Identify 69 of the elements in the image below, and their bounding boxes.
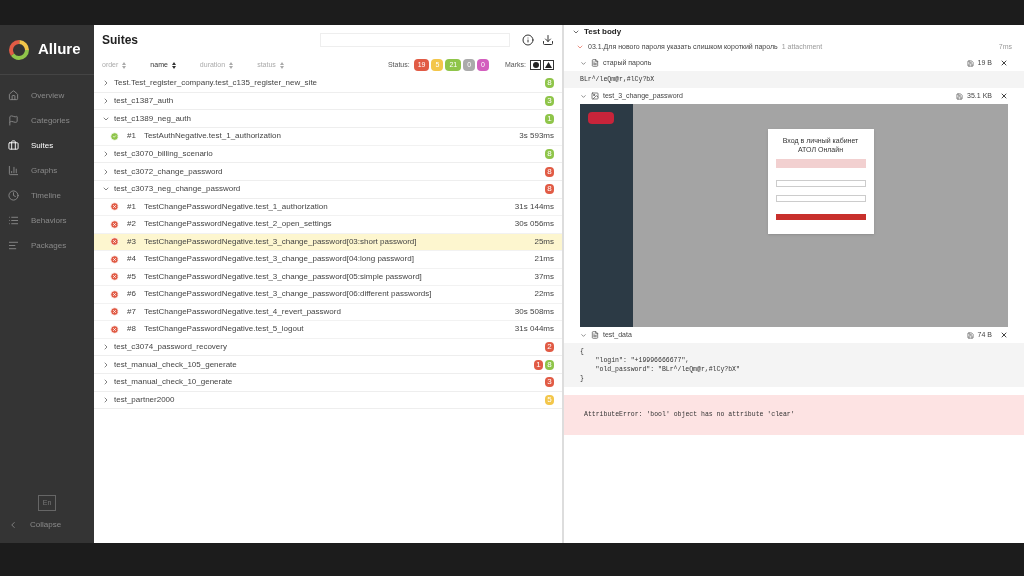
file-icon	[591, 59, 599, 67]
nav-icon	[8, 165, 19, 176]
nav-item[interactable]: Graphs	[0, 158, 94, 183]
sort-icon	[122, 61, 127, 69]
logo-icon	[8, 38, 30, 61]
count-badge: 3	[545, 377, 554, 388]
test-row[interactable]: #1 TestAuthNegative.test_1_authorization 3s 593ms	[94, 128, 562, 146]
count-badge: 1	[545, 113, 554, 124]
close-icon[interactable]	[1000, 59, 1008, 67]
save-icon[interactable]	[966, 59, 974, 67]
nav-icon	[8, 90, 19, 101]
close-icon[interactable]	[1000, 331, 1008, 339]
logo-icon	[588, 112, 614, 124]
nav-item[interactable]: Packages	[0, 233, 94, 258]
download-icon[interactable]	[542, 34, 554, 46]
count-badge: 2	[545, 341, 554, 352]
count-badge: 8	[545, 78, 554, 89]
nav-icon	[8, 140, 19, 151]
flaky-mark-toggle[interactable]	[530, 60, 541, 70]
suite-row[interactable]: test_c3074_password_recovery 2	[94, 338, 562, 357]
suite-row[interactable]: Test.Test_register_company.test_c135_register_new_site 8	[94, 75, 562, 93]
suite-row[interactable]: test_manual_check_10_generate 3	[94, 374, 562, 392]
brand-name: Allure	[38, 39, 81, 60]
chevron-icon	[8, 520, 18, 530]
test-row[interactable]: #2 TestChangePasswordNegative.test_2_open_settings 30s 056ms	[94, 216, 562, 234]
test-row[interactable]: #5 TestChangePasswordNegative.test_3_change_password[05:simple password] 37ms	[94, 268, 562, 287]
collapse-button[interactable]: Collapse	[0, 519, 94, 531]
suite-row[interactable]: test_c3073_neg_change_password 8	[94, 180, 562, 199]
save-icon[interactable]	[966, 331, 974, 339]
suite-row[interactable]: test_c3070_billing_scenario 8	[94, 145, 562, 164]
nav-item[interactable]: Behaviors	[0, 208, 94, 233]
suite-row[interactable]: test_partner2000 5	[94, 391, 562, 410]
count-badge: 8	[545, 359, 554, 370]
nav-item[interactable]: Timeline	[0, 183, 94, 208]
chevron-icon	[580, 92, 587, 100]
file-icon	[591, 331, 599, 339]
file-icon	[591, 92, 599, 100]
count-badge: 3	[545, 96, 554, 107]
suite-row[interactable]: test_c1389_neg_auth 1	[94, 110, 562, 129]
sort-icon	[279, 61, 284, 69]
sort-icon	[229, 61, 234, 69]
nav-item[interactable]: Overview	[0, 83, 94, 108]
chevron-icon	[580, 331, 587, 339]
count-badge: 1	[534, 359, 543, 370]
section-header[interactable]: Test body	[564, 25, 1024, 39]
test-row[interactable]: #6 TestChangePasswordNegative.test_3_change_password[06:different passwords] 22ms	[94, 286, 562, 304]
save-icon[interactable]	[956, 92, 964, 100]
count-badge: 5	[545, 395, 554, 406]
sort-icon	[171, 61, 176, 69]
info-icon[interactable]	[522, 34, 534, 46]
suite-row[interactable]: test_c1387_auth 3	[94, 92, 562, 111]
nav-item[interactable]: Suites	[0, 133, 94, 158]
test-row[interactable]: #1 TestChangePasswordNegative.test_1_authorization 31s 144ms	[94, 198, 562, 217]
suite-row[interactable]: test_c3072_change_password 8	[94, 163, 562, 181]
count-badge: 8	[545, 148, 554, 159]
nav-item[interactable]: Categories	[0, 108, 94, 133]
count-badge: 8	[545, 184, 554, 195]
panel-title: Suites	[102, 32, 138, 49]
test-row[interactable]: #4 TestChangePasswordNegative.test_3_change_password[04:long password] 21ms	[94, 251, 562, 269]
nav-icon	[8, 190, 19, 201]
count-badge: 8	[545, 166, 554, 177]
suite-row[interactable]: test_manual_check_105_generate 1 8	[94, 356, 562, 374]
nav-icon	[8, 115, 19, 126]
test-row[interactable]: #8 TestChangePasswordNegative.test_5_logout 31s 044ms	[94, 321, 562, 339]
close-icon[interactable]	[1000, 92, 1008, 100]
nav-icon	[8, 215, 19, 226]
test-row[interactable]: #7 TestChangePasswordNegative.test_4_revert_password 30s 508ms	[94, 303, 562, 322]
nav-icon	[8, 240, 19, 251]
warning-mark-toggle[interactable]	[543, 60, 554, 70]
